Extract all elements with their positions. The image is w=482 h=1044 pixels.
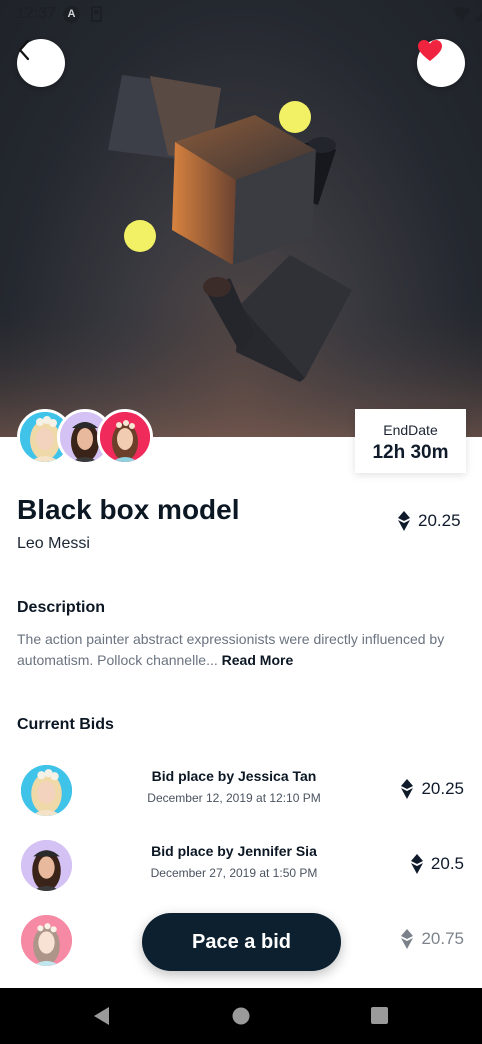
bid-name: Bid place by Jessica Tan bbox=[151, 768, 317, 784]
bid-price: 20.75 bbox=[401, 929, 464, 949]
ethereum-icon bbox=[398, 511, 410, 531]
description-text-block: The action painter abstract expressionis… bbox=[17, 629, 467, 671]
accessibility-a-icon: A bbox=[63, 6, 80, 23]
bid-date: December 12, 2019 at 12:10 PM bbox=[147, 791, 321, 805]
bid-avatar bbox=[21, 765, 72, 816]
system-navigation-bar bbox=[0, 988, 482, 1044]
nft-detail-screen: 12:37 A EndDate 12h 30m Black box model … bbox=[0, 0, 482, 1044]
bid-row[interactable]: Bid place by Jessica Tan December 12, 20… bbox=[0, 760, 482, 820]
ethereum-icon bbox=[410, 854, 423, 874]
bid-price-value: 20.5 bbox=[430, 854, 464, 873]
bid-price: 20.25 bbox=[401, 779, 464, 799]
wifi-signal-battery-icon bbox=[453, 7, 482, 21]
bid-avatar bbox=[21, 915, 72, 966]
favorite-button[interactable] bbox=[417, 39, 465, 87]
bid-date: December 27, 2019 at 1:50 PM bbox=[150, 866, 318, 880]
end-date-value: 12h 30m bbox=[372, 442, 449, 463]
nav-back-icon[interactable] bbox=[91, 1005, 111, 1027]
cubes-illustration bbox=[0, 75, 482, 437]
item-author: Leo Messi bbox=[17, 535, 90, 552]
back-button[interactable] bbox=[17, 39, 65, 87]
status-bar: 12:37 A bbox=[0, 0, 482, 30]
bid-name: Bid place by Jennifer Sia bbox=[151, 843, 317, 859]
bid-price: 20.5 bbox=[410, 854, 464, 874]
item-title: Black box model bbox=[17, 494, 240, 525]
bid-price-value: 20.75 bbox=[421, 929, 464, 948]
bid-price-value: 20.25 bbox=[421, 779, 464, 798]
heart-icon bbox=[418, 40, 442, 61]
bidder-avatar-3[interactable] bbox=[97, 409, 153, 465]
ethereum-icon bbox=[401, 779, 414, 799]
item-price-value: 20.25 bbox=[418, 511, 461, 530]
end-date-card: EndDate 12h 30m bbox=[355, 409, 466, 473]
description-heading: Description bbox=[17, 599, 106, 616]
sd-card-icon bbox=[90, 6, 103, 22]
nav-recents-icon[interactable] bbox=[370, 1005, 388, 1027]
item-price: 20.25 bbox=[398, 511, 461, 531]
end-date-label: EndDate bbox=[383, 422, 438, 438]
current-bids-heading: Current Bids bbox=[17, 716, 114, 733]
chevron-left-icon bbox=[18, 39, 30, 61]
place-bid-button[interactable]: Pace a bid bbox=[142, 913, 341, 971]
status-time: 12:37 bbox=[16, 5, 57, 22]
nav-home-icon[interactable] bbox=[232, 1005, 250, 1027]
hero-artwork-image: 12:37 A bbox=[0, 0, 482, 437]
ethereum-icon bbox=[401, 929, 414, 949]
bid-row[interactable]: Bid place by Jennifer Sia December 27, 2… bbox=[0, 835, 482, 895]
bid-avatar bbox=[21, 840, 72, 891]
read-more-link[interactable]: Read More bbox=[222, 652, 294, 668]
